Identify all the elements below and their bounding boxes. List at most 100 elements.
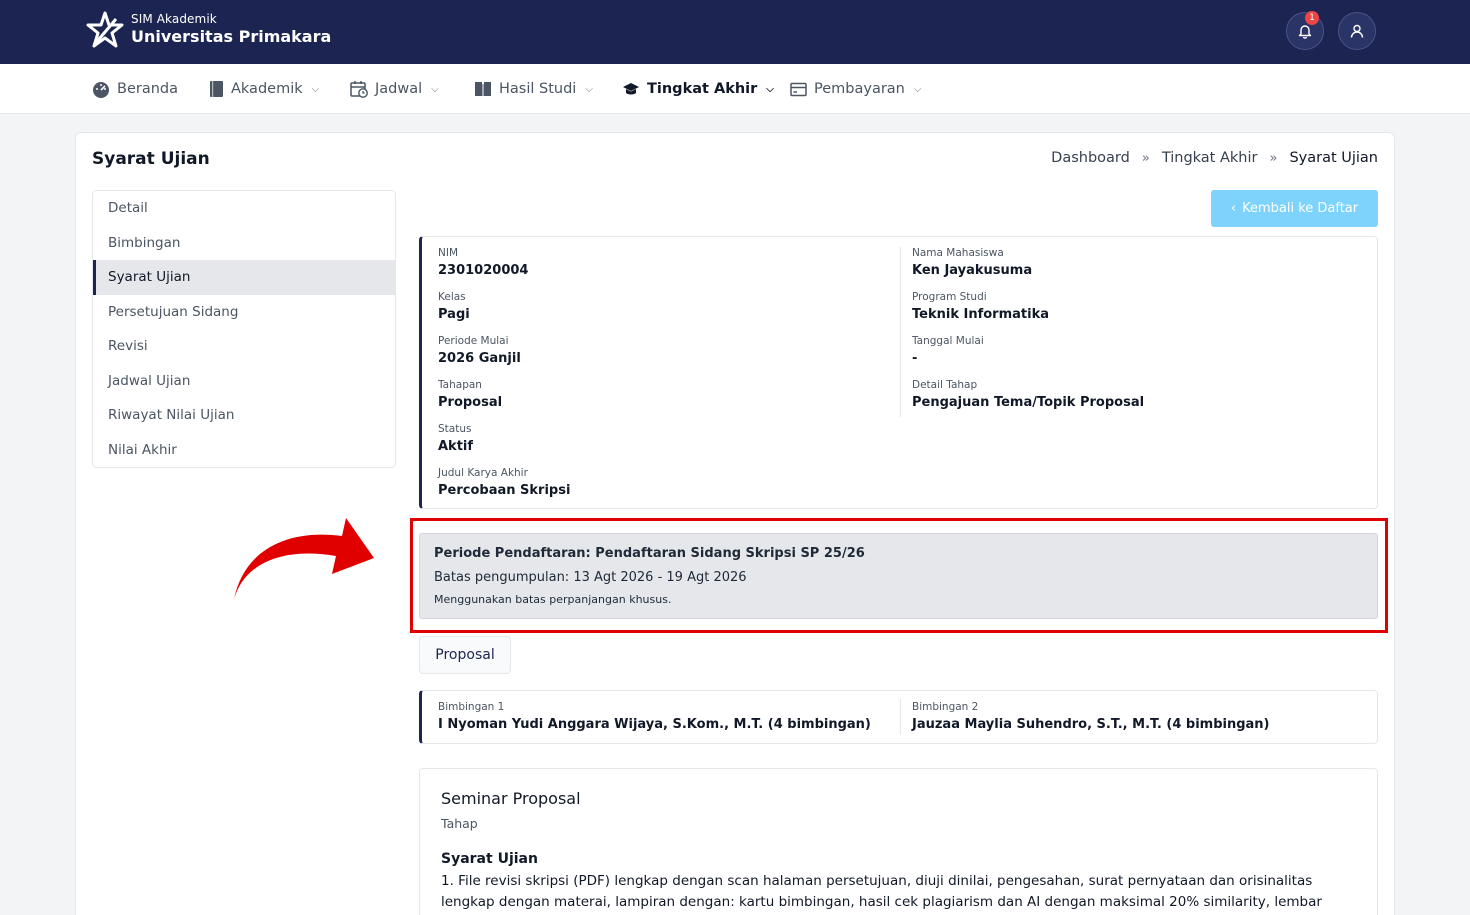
- field-nim: NIM 2301020004: [438, 247, 528, 278]
- nav-label: Hasil Studi: [499, 81, 577, 97]
- side-menu: Detail Bimbingan Syarat Ujian Persetujua…: [92, 190, 396, 468]
- seminar-title: Seminar Proposal: [441, 789, 581, 808]
- tab-proposal[interactable]: Proposal: [419, 636, 511, 674]
- side-item-riwayat-nilai-ujian[interactable]: Riwayat Nilai Ujian: [93, 398, 395, 433]
- field-value: Jauzaa Maylia Suhendro, S.T., M.T. (4 bi…: [912, 717, 1270, 732]
- university-logo-icon[interactable]: [86, 11, 124, 49]
- field-tahapan: Tahapan Proposal: [438, 379, 502, 410]
- chevron-down-icon: ⌵: [766, 83, 774, 95]
- field-label: Program Studi: [912, 291, 987, 303]
- nav-label: Beranda: [117, 81, 178, 97]
- column-divider: [900, 699, 901, 735]
- field-value: Pagi: [438, 307, 470, 322]
- open-book-icon: [475, 82, 491, 96]
- field-bimbingan-1: Bimbingan 1 I Nyoman Yudi Anggara Wijaya…: [438, 701, 871, 732]
- brand-subtitle: SIM Akademik: [131, 12, 217, 26]
- field-label: Judul Karya Akhir: [438, 467, 528, 479]
- nav-label: Jadwal: [375, 81, 423, 97]
- chevron-left-icon: ‹: [1230, 201, 1237, 216]
- registration-note: Menggunakan batas perpanjangan khusus.: [434, 593, 672, 606]
- field-nama: Nama Mahasiswa Ken Jayakusuma: [912, 247, 1032, 278]
- side-item-persetujuan-sidang[interactable]: Persetujuan Sidang: [93, 295, 395, 330]
- nav-label: Akademik: [231, 81, 303, 97]
- field-detail-tahap: Detail Tahap Pengajuan Tema/Topik Propos…: [912, 379, 1144, 410]
- side-item-detail[interactable]: Detail: [93, 191, 395, 226]
- main-navigation: Beranda Akademik ⌵ Jadwal ⌵ Hasil Studi …: [0, 64, 1470, 114]
- top-header: SIM Akademik Universitas Primakara 1: [0, 0, 1470, 64]
- nav-akademik[interactable]: Akademik ⌵: [209, 64, 319, 114]
- field-value: Percobaan Skripsi: [438, 483, 571, 498]
- field-kelas: Kelas Pagi: [438, 291, 470, 322]
- breadcrumb-separator: »: [1141, 150, 1150, 166]
- field-value: I Nyoman Yudi Anggara Wijaya, S.Kom., M.…: [438, 717, 871, 732]
- breadcrumb-current: Syarat Ujian: [1289, 150, 1378, 166]
- requirements-text: 1. File revisi skripsi (PDF) lengkap den…: [441, 873, 1322, 910]
- field-value: Pengajuan Tema/Topik Proposal: [912, 395, 1145, 410]
- field-label: Nama Mahasiswa: [912, 247, 1004, 259]
- credit-card-icon: [790, 82, 807, 96]
- red-arrow-icon: [234, 518, 374, 600]
- nav-label: Tingkat Akhir: [647, 81, 758, 97]
- field-value: Ken Jayakusuma: [912, 263, 1033, 278]
- user-icon: [1350, 24, 1364, 38]
- side-item-bimbingan[interactable]: Bimbingan: [93, 226, 395, 261]
- requirements-heading: Syarat Ujian: [441, 851, 538, 867]
- field-prodi: Program Studi Teknik Informatika: [912, 291, 1049, 322]
- field-label: Bimbingan 1: [438, 701, 505, 713]
- field-value: Aktif: [438, 439, 474, 454]
- breadcrumb-separator: »: [1269, 150, 1278, 166]
- bell-icon: [1298, 25, 1312, 39]
- brand-title: Universitas Primakara: [131, 27, 332, 46]
- side-item-syarat-ujian[interactable]: Syarat Ujian: [93, 260, 395, 295]
- back-button-label: Kembali ke Daftar: [1242, 201, 1359, 216]
- calendar-clock-icon: [350, 81, 368, 98]
- registration-deadline: Batas pengumpulan: 13 Agt 2026 - 19 Agt …: [434, 570, 747, 585]
- book-icon: [210, 81, 223, 97]
- field-bimbingan-2: Bimbingan 2 Jauzaa Maylia Suhendro, S.T.…: [912, 701, 1270, 732]
- back-to-list-button[interactable]: ‹ Kembali ke Daftar: [1211, 190, 1378, 227]
- nav-beranda[interactable]: Beranda: [92, 64, 178, 114]
- registration-period-alert: Periode Pendaftaran: Pendaftaran Sidang …: [419, 533, 1378, 619]
- field-label: Detail Tahap: [912, 379, 978, 391]
- side-item-jadwal-ujian[interactable]: Jadwal Ujian: [93, 364, 395, 399]
- field-label: Status: [438, 423, 472, 435]
- student-info-panel: NIM 2301020004 Nama Mahasiswa Ken Jayaku…: [419, 236, 1378, 509]
- notification-button[interactable]: 1: [1286, 11, 1324, 50]
- field-value: 2301020004: [438, 263, 529, 278]
- chevron-down-icon: ⌵: [585, 83, 593, 95]
- field-periode: Periode Mulai 2026 Ganjil: [438, 335, 521, 366]
- side-item-revisi[interactable]: Revisi: [93, 329, 395, 364]
- field-status: Status Aktif: [438, 423, 473, 454]
- field-label: Periode Mulai: [438, 335, 509, 347]
- seminar-card: Seminar Proposal Tahap Syarat Ujian 1. F…: [419, 768, 1378, 915]
- nav-tingkat-akhir[interactable]: Tingkat Akhir ⌵: [622, 64, 774, 114]
- nav-label: Pembayaran: [814, 81, 905, 97]
- breadcrumb-tingkat-akhir[interactable]: Tingkat Akhir: [1162, 150, 1258, 166]
- column-divider: [900, 247, 901, 417]
- field-label: Kelas: [438, 291, 466, 303]
- nav-pembayaran[interactable]: Pembayaran ⌵: [790, 64, 921, 114]
- field-value: -: [912, 351, 918, 366]
- field-value: Proposal: [438, 395, 503, 410]
- field-label: Bimbingan 2: [912, 701, 979, 713]
- supervisor-panel: Bimbingan 1 I Nyoman Yudi Anggara Wijaya…: [419, 690, 1378, 744]
- field-judul: Judul Karya Akhir Percobaan Skripsi: [438, 467, 570, 498]
- chevron-down-icon: ⌵: [431, 83, 439, 95]
- nav-hasil-studi[interactable]: Hasil Studi ⌵: [474, 64, 593, 114]
- page-title: Syarat Ujian: [92, 149, 210, 169]
- side-item-nilai-akhir[interactable]: Nilai Akhir: [93, 433, 395, 468]
- field-tanggal: Tanggal Mulai -: [912, 335, 984, 366]
- notification-badge: 1: [1305, 11, 1319, 25]
- chevron-down-icon: ⌵: [913, 83, 922, 95]
- nav-jadwal[interactable]: Jadwal ⌵: [350, 64, 439, 114]
- breadcrumb-dashboard[interactable]: Dashboard: [1051, 150, 1130, 166]
- breadcrumb: Dashboard » Tingkat Akhir » Syarat Ujian: [1051, 150, 1378, 166]
- field-value: Teknik Informatika: [912, 307, 1049, 322]
- field-label: Tanggal Mulai: [912, 335, 984, 347]
- field-value: 2026 Ganjil: [438, 351, 521, 366]
- registration-title: Periode Pendaftaran: Pendaftaran Sidang …: [434, 546, 865, 561]
- field-label: NIM: [438, 247, 459, 259]
- chevron-down-icon: ⌵: [311, 83, 320, 95]
- field-label: Tahapan: [438, 379, 482, 391]
- user-menu-button[interactable]: [1338, 12, 1376, 50]
